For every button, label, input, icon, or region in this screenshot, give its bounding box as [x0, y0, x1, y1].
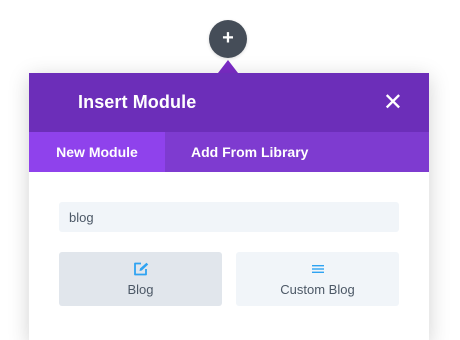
module-search-input[interactable] [59, 202, 399, 232]
tab-new-module[interactable]: New Module [29, 132, 165, 172]
module-label: Custom Blog [280, 282, 355, 297]
insert-module-modal: Insert Module ✕ New Module Add From Libr… [29, 73, 429, 340]
modal-title: Insert Module [78, 92, 197, 112]
modal-pointer [218, 60, 238, 73]
modal-header: Insert Module ✕ [29, 73, 429, 132]
module-card-custom-blog[interactable]: Custom Blog [236, 252, 399, 306]
add-module-button[interactable]: + [209, 20, 247, 58]
module-grid: Blog Custom Blog [59, 252, 399, 306]
close-icon[interactable]: ✕ [383, 90, 403, 115]
tab-add-from-library[interactable]: Add From Library [165, 132, 334, 172]
tab-bar: New Module Add From Library [29, 132, 429, 172]
modal-body: Blog Custom Blog [29, 172, 429, 306]
list-lines-icon [311, 261, 324, 277]
module-label: Blog [127, 282, 154, 297]
module-card-blog[interactable]: Blog [59, 252, 222, 306]
builder-canvas: + Insert Module ✕ New Module Add From Li… [0, 0, 460, 340]
blog-edit-icon [133, 261, 149, 277]
plus-icon: + [222, 27, 234, 49]
